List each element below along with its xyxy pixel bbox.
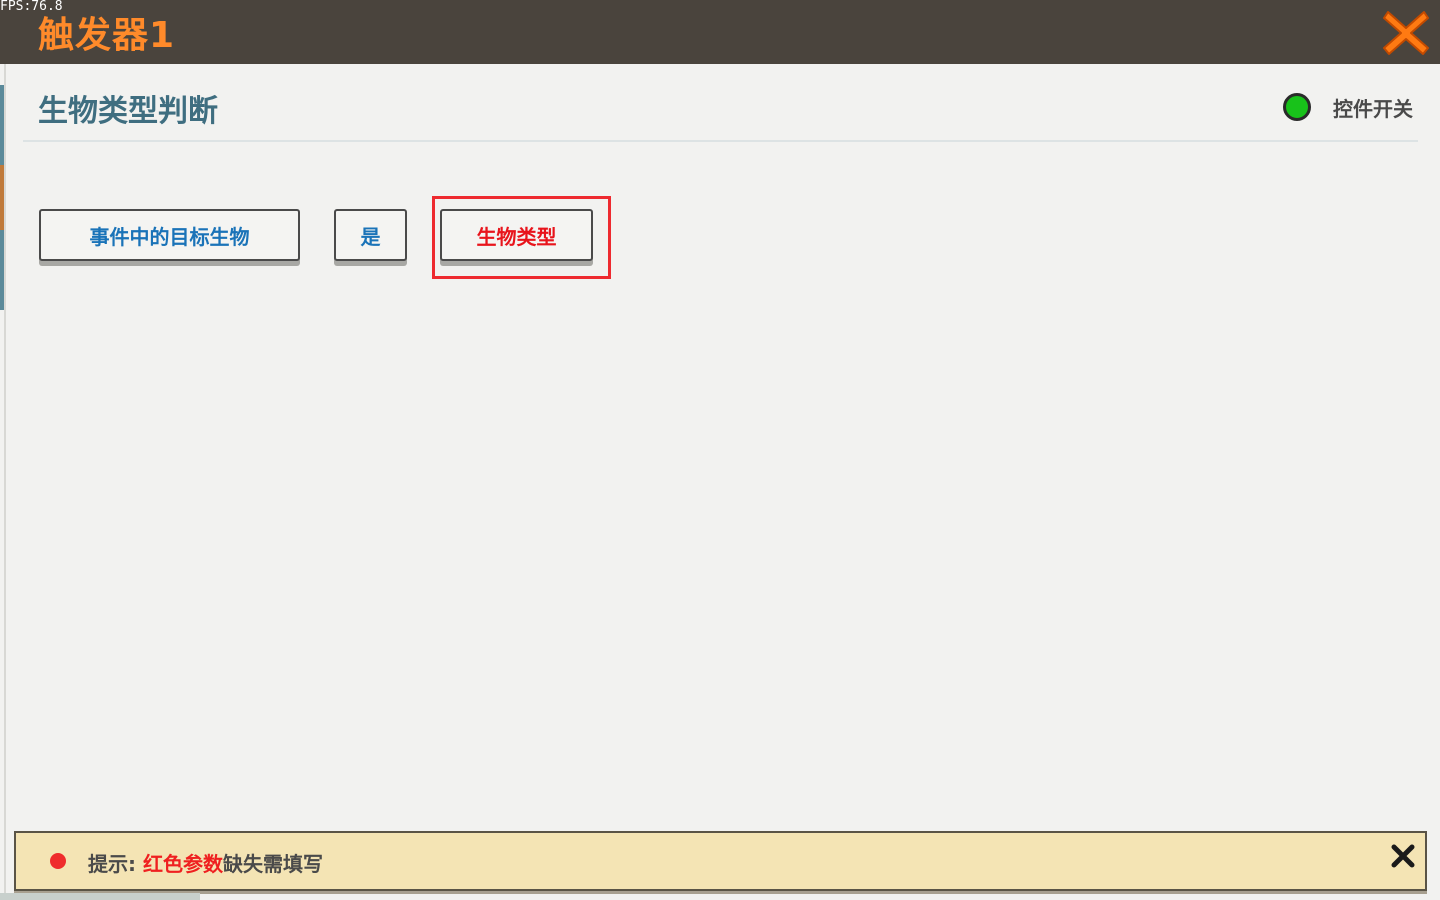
control-switch-label: 控件开关 bbox=[1333, 97, 1413, 121]
hint-bar: 提示: 红色参数缺失需填写 bbox=[14, 831, 1427, 891]
fps-counter: FPS:76.8 bbox=[0, 0, 63, 14]
control-switch-toggle[interactable] bbox=[1283, 93, 1311, 121]
hint-prefix: 提示: bbox=[88, 852, 143, 876]
close-button[interactable] bbox=[1380, 6, 1432, 58]
close-x-icon bbox=[1383, 11, 1429, 55]
hint-alert-dot-icon bbox=[50, 853, 66, 869]
hint-red-text: 红色参数 bbox=[142, 852, 223, 876]
hint-text: 提示: 红色参数缺失需填写 bbox=[88, 848, 323, 877]
trigger-panel bbox=[4, 64, 1438, 900]
hint-suffix: 缺失需填写 bbox=[222, 852, 323, 876]
event-target-creature-button[interactable]: 事件中的目标生物 bbox=[39, 209, 300, 261]
background-strip bbox=[0, 893, 200, 900]
hint-close-button[interactable] bbox=[1388, 841, 1418, 871]
close-x-icon bbox=[1391, 844, 1415, 868]
background-edge-accent bbox=[0, 165, 4, 230]
divider bbox=[23, 140, 1418, 142]
creature-type-button[interactable]: 生物类型 bbox=[440, 209, 593, 261]
is-operator-button[interactable]: 是 bbox=[334, 209, 407, 261]
title-bar: 触发器1 bbox=[0, 0, 1440, 64]
section-title: 生物类型判断 bbox=[38, 94, 218, 129]
